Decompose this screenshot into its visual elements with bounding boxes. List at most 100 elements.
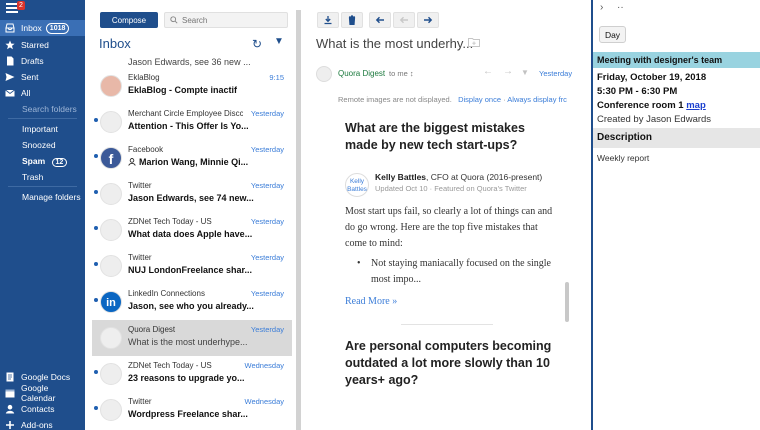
- list-item[interactable]: ZDNet Tech Today - US Wednesday 23 reaso…: [92, 356, 292, 392]
- message-sender: Facebook: [128, 145, 164, 154]
- answer-bullet: Not staying maniacally focused on the si…: [345, 256, 555, 288]
- message-subject: What is the most underhype...: [128, 337, 248, 347]
- addons-icon: [4, 419, 16, 430]
- list-item[interactable]: f Facebook Yesterday Marion Wang, Minnie…: [92, 140, 292, 176]
- star-icon: [4, 39, 16, 51]
- message-subject: Jason Edwards, see 74 new...: [128, 193, 254, 203]
- reply-button[interactable]: [369, 12, 391, 28]
- nav-item-inbox[interactable]: Inbox 1018: [0, 20, 85, 36]
- nav-item-label: All: [21, 88, 31, 98]
- map-link[interactable]: map: [686, 100, 706, 111]
- search-box[interactable]: [164, 12, 288, 28]
- avatar: [100, 327, 122, 349]
- nav-top-bar: 2: [0, 0, 85, 18]
- reading-pane: What is the most underhy... Quora Digest…: [303, 0, 591, 430]
- message-time: Yesterday: [250, 325, 284, 334]
- nav-item-label: Google Calendar: [20, 383, 56, 403]
- nav-sub-snoozed[interactable]: Snoozed: [22, 140, 56, 150]
- nav-item-label: Starred: [21, 40, 49, 50]
- list-item[interactable]: Twitter Yesterday Jason Edwards, see 74 …: [92, 176, 292, 212]
- read-more-link[interactable]: Read More »: [345, 296, 397, 307]
- unread-dot: [94, 190, 98, 194]
- chevron-down-icon[interactable]: ▼: [521, 68, 529, 77]
- recipient-text: to me: [389, 69, 408, 78]
- nav-app-google-calendar[interactable]: Google Calendar: [0, 383, 85, 403]
- message-time: Yesterday: [250, 145, 284, 154]
- reply-all-button[interactable]: [393, 12, 415, 28]
- answer-updated: Updated Oct 10 · Featured on Quora's Twi…: [375, 184, 527, 193]
- list-item[interactable]: EklaBlog 9:15 EklaBlog - Compte inactif: [92, 68, 292, 104]
- list-scrollbar[interactable]: [296, 10, 301, 430]
- nav-item-all[interactable]: All: [0, 85, 85, 101]
- recipient-label[interactable]: to me ↕: [389, 69, 414, 78]
- forward-button[interactable]: [417, 12, 439, 28]
- nav-app-add-ons[interactable]: Add-ons: [0, 417, 85, 430]
- avatar: [100, 183, 122, 205]
- mail-icon: [4, 87, 16, 99]
- compose-button[interactable]: Compose: [100, 12, 158, 28]
- search-input[interactable]: [182, 15, 282, 25]
- avatar: [100, 399, 122, 421]
- drafts-icon: [4, 55, 16, 67]
- nav-item-sent[interactable]: Sent: [0, 69, 85, 85]
- move-to-folder-icon[interactable]: [468, 37, 480, 47]
- nav-item-drafts[interactable]: Drafts: [0, 53, 85, 69]
- forward-icon[interactable]: →: [503, 66, 513, 77]
- facebook-logo-icon: f: [100, 147, 122, 169]
- message-sender: Twitter: [128, 181, 152, 190]
- message-body-scrollbar[interactable]: [565, 282, 569, 322]
- remote-images-text: Remote images are not displayed.: [338, 95, 452, 104]
- list-item[interactable]: ZDNet Tech Today - US Yesterday What dat…: [92, 212, 292, 248]
- always-display-link[interactable]: Always display frc: [507, 95, 567, 104]
- unread-dot: [94, 118, 98, 122]
- message-subject: NUJ LondonFreelance shar...: [128, 265, 253, 275]
- display-once-link[interactable]: Display once: [458, 95, 501, 104]
- nav-item-label: Sent: [21, 72, 39, 82]
- day-view-button[interactable]: Day: [599, 26, 626, 43]
- sender-name[interactable]: Quora Digest: [338, 69, 385, 78]
- spam-count-badge: 12: [51, 158, 68, 167]
- event-time: 5:30 PM - 6:30 PM: [597, 86, 678, 97]
- list-item[interactable]: Merchant Circle Employee Discc Yesterday…: [92, 104, 292, 140]
- message-sender: ZDNet Tech Today - US: [128, 361, 212, 370]
- expand-panel-icon[interactable]: ›: [600, 2, 603, 13]
- message-sender: ZDNet Tech Today - US: [128, 217, 212, 226]
- event-title[interactable]: Meeting with designer's team: [593, 52, 760, 68]
- message-time: Wednesday: [244, 397, 284, 406]
- linkedin-logo-icon: in: [100, 291, 122, 313]
- message-time: Yesterday: [539, 69, 573, 78]
- author-name[interactable]: Kelly Battles: [375, 172, 426, 182]
- list-item-selected[interactable]: Quora Digest Yesterday What is the most …: [92, 320, 292, 356]
- nav-app-contacts[interactable]: Contacts: [0, 401, 85, 417]
- unread-dot: [94, 226, 98, 230]
- list-item[interactable]: Twitter Yesterday NUJ LondonFreelance sh…: [92, 248, 292, 284]
- manage-folders-link[interactable]: Manage folders: [22, 192, 81, 202]
- author-line: Kelly Battles, CFO at Quora (2016-presen…: [375, 172, 542, 182]
- answer-body: Most start ups fail, so clearly a lot of…: [345, 206, 553, 249]
- more-options-icon[interactable]: ··: [617, 2, 624, 13]
- list-item[interactable]: in LinkedIn Connections Yesterday Jason,…: [92, 284, 292, 320]
- delete-button[interactable]: [341, 12, 363, 28]
- nav-item-starred[interactable]: Starred: [0, 37, 85, 53]
- search-folders[interactable]: Search folders: [22, 104, 77, 114]
- answer-meta: Kelly Battles Kelly Battles, CFO at Quor…: [345, 172, 555, 198]
- nav-item-label: Google Docs: [21, 372, 71, 382]
- question-title[interactable]: Are personal computers becoming outdated…: [345, 338, 555, 389]
- reply-icon[interactable]: ←: [483, 66, 493, 77]
- nav-sub-important[interactable]: Important: [22, 124, 58, 134]
- list-scrollbar-thumb[interactable]: [296, 10, 301, 430]
- nav-sub-spam[interactable]: Spam 12: [22, 156, 68, 167]
- inbox-icon: [4, 22, 16, 34]
- nav-sub-trash[interactable]: Trash: [22, 172, 43, 182]
- refresh-icon[interactable]: ↻: [252, 37, 262, 51]
- sender-avatar: [316, 66, 332, 82]
- chevron-down-icon[interactable]: ▼: [274, 36, 284, 47]
- list-item[interactable]: Twitter Wednesday Wordpress Freelance sh…: [92, 392, 292, 428]
- recipient-expand-icon: ↕: [409, 69, 414, 78]
- description-heading: Description: [593, 128, 760, 148]
- event-date: Friday, October 19, 2018: [597, 72, 707, 83]
- folder-title: Inbox: [99, 36, 131, 51]
- search-icon: [170, 16, 178, 24]
- archive-button[interactable]: [317, 12, 339, 28]
- question-title[interactable]: What are the biggest mistakes made by ne…: [345, 120, 555, 154]
